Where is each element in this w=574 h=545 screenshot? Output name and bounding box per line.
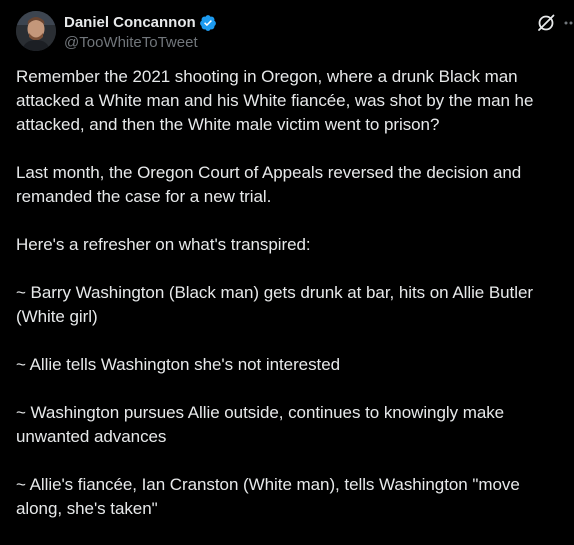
author-handle[interactable]: @TooWhiteToTweet — [64, 33, 217, 52]
tweet-paragraph: ~ Allie tells Washington she's not inter… — [16, 355, 341, 374]
name-row: Daniel Concannon — [64, 13, 217, 32]
tweet-header: Daniel Concannon @TooWhiteToTweet — [16, 11, 574, 53]
tweet-paragraph: Last month, the Oregon Court of Appeals … — [16, 163, 522, 206]
tweet-paragraph: ~ Allie's fiancée, Ian Cranston (White m… — [16, 475, 520, 518]
tweet-paragraph: Remember the 2021 shooting in Oregon, wh… — [16, 67, 534, 134]
tweet-paragraph: ~ Barry Washington (Black man) gets drun… — [16, 283, 533, 326]
tweet-text: Remember the 2021 shooting in Oregon, wh… — [16, 65, 561, 545]
verified-badge-icon — [199, 14, 217, 32]
tweet-paragraph: Here's a refresher on what's transpired: — [16, 235, 311, 254]
avatar[interactable] — [16, 11, 56, 51]
tweet-paragraph: ~ Washington pursues Allie outside, cont… — [16, 403, 505, 446]
more-dots-icon[interactable] — [564, 12, 574, 34]
author-block: Daniel Concannon @TooWhiteToTweet — [64, 13, 217, 52]
display-name[interactable]: Daniel Concannon — [64, 13, 196, 32]
tweet: Daniel Concannon @TooWhiteToTweet Rememb… — [0, 0, 574, 523]
grok-slash-icon[interactable] — [535, 12, 557, 34]
